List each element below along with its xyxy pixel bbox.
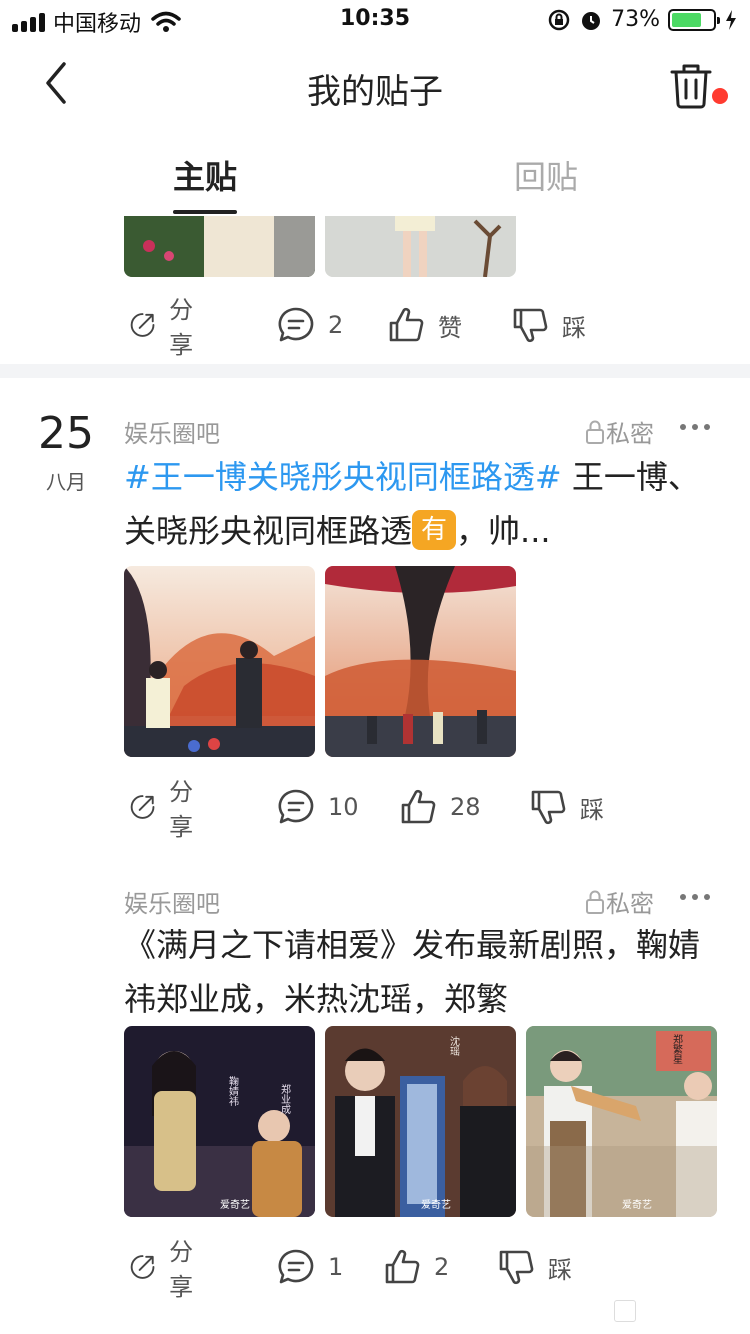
nav-bar: 我的贴子 — [0, 40, 750, 130]
thumbs-down-icon — [499, 1250, 534, 1285]
page-title: 我的贴子 — [307, 72, 443, 112]
share-button[interactable]: 分享 — [128, 296, 204, 359]
active-tab-indicator — [173, 210, 237, 214]
comment-icon — [278, 307, 314, 342]
tab-bar: 主贴 回贴 — [0, 140, 750, 216]
charging-icon — [726, 9, 736, 30]
dislike-button[interactable]: 踩 — [528, 784, 604, 830]
rotation-lock-icon — [548, 9, 570, 30]
post-image[interactable]: 郑繁星 爱奇艺 — [526, 1026, 717, 1217]
forum-name[interactable]: 娱乐圈吧 — [124, 884, 220, 919]
hashtag-link[interactable]: #王一博关晓彤央视同框路透# — [124, 458, 562, 496]
notification-dot — [712, 88, 728, 104]
alarm-icon — [582, 11, 601, 30]
post-feed[interactable]: 分享 2 赞 踩 25 八月 娱乐圈吧 私密 #王一博关晓彤央视同框路透# 王一… — [0, 216, 750, 1334]
corner-mark-icon — [614, 1300, 636, 1322]
image-caption-name: 沈瑶 — [448, 1035, 460, 1057]
share-icon — [130, 313, 155, 337]
forum-name[interactable]: 娱乐圈吧 — [124, 414, 220, 449]
share-icon — [130, 795, 155, 819]
thumbs-up-icon — [401, 789, 436, 824]
privacy-indicator: 私密 — [584, 414, 654, 449]
thumbs-down-icon — [531, 790, 566, 825]
share-button[interactable]: 分享 — [128, 1238, 204, 1301]
image-watermark: 爱奇艺 — [622, 1198, 652, 1211]
comment-button[interactable]: 2 — [276, 302, 343, 348]
share-icon — [130, 1255, 155, 1279]
post-image[interactable]: 鞠婧祎 郑业成 爱奇艺 — [124, 1026, 315, 1217]
comment-icon — [278, 1249, 314, 1284]
emoji-badge: 有 — [412, 510, 457, 550]
post-content[interactable]: 《满月之下请相爱》发布最新剧照，鞠婧祎郑业成，米热沈瑶，郑繁 — [124, 918, 724, 1026]
post-image[interactable] — [325, 566, 516, 757]
thumbs-up-icon — [385, 1249, 420, 1284]
image-caption-name: 郑繁星 — [671, 1033, 683, 1064]
more-options-button[interactable] — [680, 424, 710, 430]
tab-reply-posts[interactable]: 回贴 — [514, 152, 578, 198]
lock-icon — [586, 420, 604, 444]
image-caption-name: 鞠婧祎 — [227, 1075, 239, 1107]
thumbs-up-icon — [389, 307, 424, 342]
thumbs-down-icon — [513, 308, 548, 343]
dislike-button[interactable]: 踩 — [496, 1244, 572, 1290]
comment-button[interactable]: 1 — [276, 1244, 343, 1290]
comment-button[interactable]: 10 — [276, 784, 359, 830]
lock-icon — [586, 890, 604, 914]
comment-icon — [278, 789, 314, 824]
image-watermark: 爱奇艺 — [421, 1198, 451, 1211]
post-content[interactable]: #王一博关晓彤央视同框路透# 王一博、关晓彤央视同框路透有，帅... — [124, 450, 724, 558]
battery-icon — [668, 8, 720, 31]
post-day: 25 — [38, 408, 94, 459]
share-button[interactable]: 分享 — [128, 778, 204, 841]
like-button[interactable]: 2 — [382, 1244, 449, 1290]
post-image[interactable] — [325, 216, 516, 277]
status-bar: 中国移动 10:35 73% — [0, 0, 750, 40]
section-divider — [0, 364, 750, 378]
trash-icon — [670, 64, 712, 109]
like-button[interactable]: 28 — [398, 784, 481, 830]
battery-percent: 73% — [611, 7, 660, 32]
image-watermark: 爱奇艺 — [220, 1198, 250, 1211]
post-image[interactable] — [124, 216, 315, 277]
image-caption-name: 郑业成 — [279, 1083, 291, 1115]
post-image[interactable] — [124, 566, 315, 757]
post-month: 八月 — [46, 470, 86, 494]
tab-main-posts[interactable]: 主贴 — [173, 152, 237, 198]
post-image[interactable]: 沈瑶 爱奇艺 — [325, 1026, 516, 1217]
dislike-button[interactable]: 踩 — [510, 302, 586, 348]
like-button[interactable]: 赞 — [386, 302, 462, 348]
privacy-indicator: 私密 — [584, 884, 654, 919]
delete-button[interactable] — [666, 58, 716, 112]
more-options-button[interactable] — [680, 894, 710, 900]
